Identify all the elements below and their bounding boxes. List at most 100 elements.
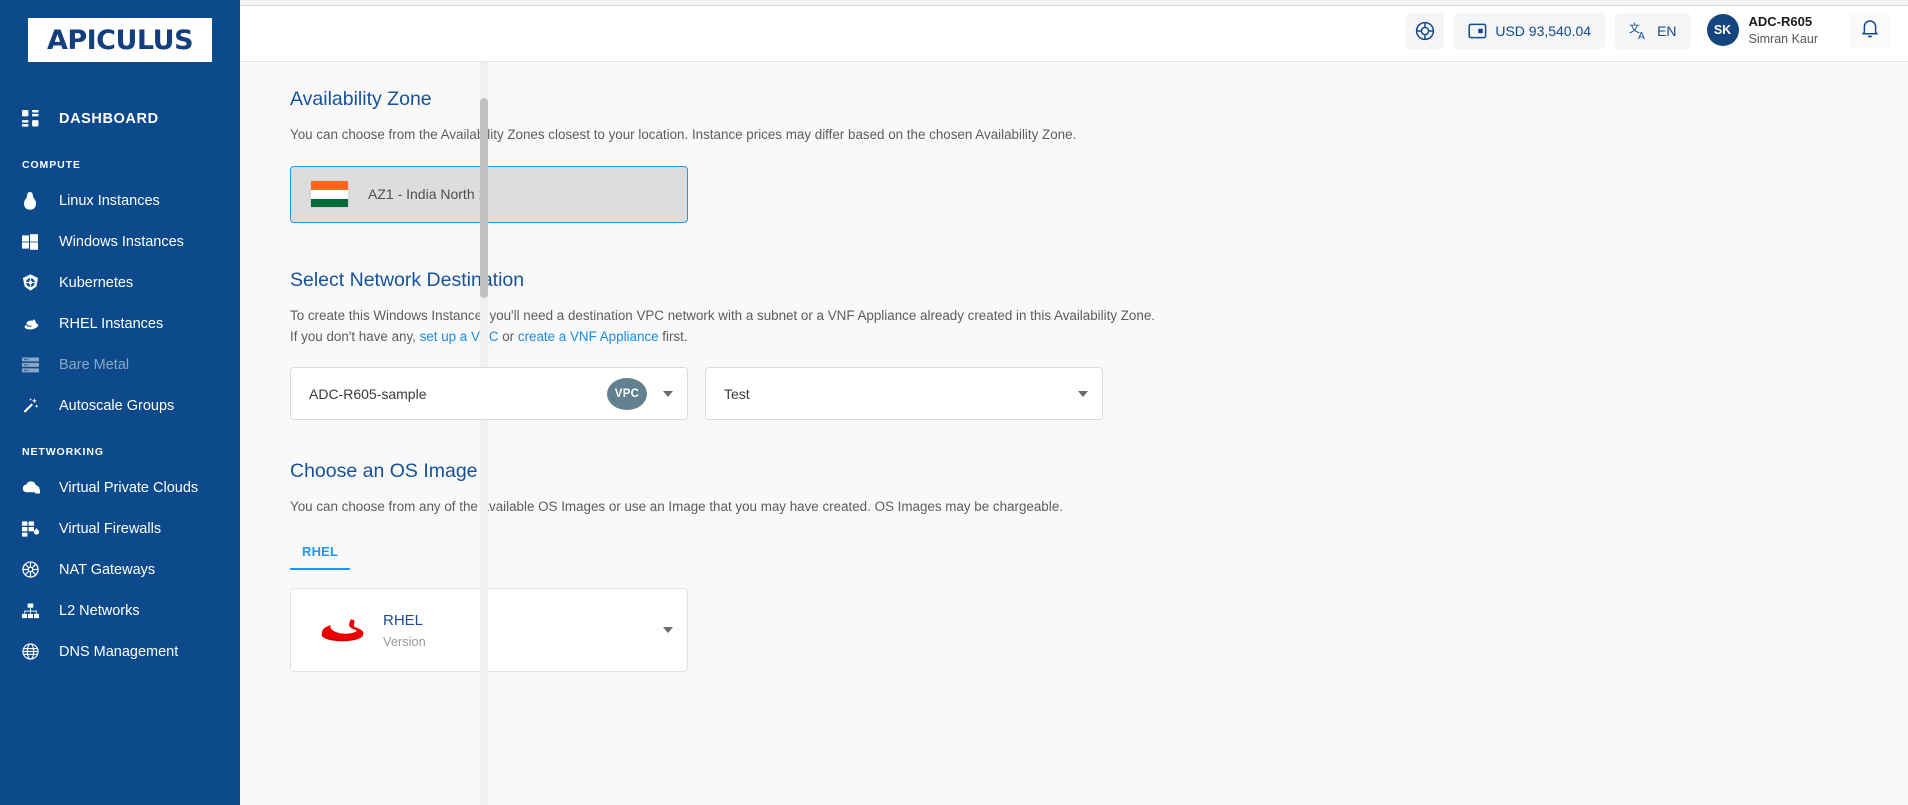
sidebar-item-autoscale-groups[interactable]: Autoscale Groups [0,385,240,426]
sidebar-group-label: COMPUTE [0,159,240,171]
sidebar-item-dashboard[interactable]: DASHBOARD [0,98,240,139]
sidebar-item-label: Virtual Private Clouds [59,480,198,496]
sidebar-item-label: Windows Instances [59,234,184,250]
language-label: EN [1657,23,1676,39]
sitemap-icon [22,603,48,619]
wallet-balance-button[interactable]: USD 93,540.04 [1454,13,1605,49]
notifications-button[interactable] [1850,13,1890,49]
avatar-initials: SK [1714,23,1731,37]
network-destination-section: Select Network Destination To create thi… [290,269,1908,421]
grid-icon [22,110,48,127]
create-vnf-appliance-link[interactable]: create a VNF Appliance [518,329,659,344]
sidebar-item-virtual-private-clouds[interactable]: Virtual Private Clouds [0,467,240,508]
network-destination-title: Select Network Destination [290,269,1908,292]
sidebar-item-label: Linux Instances [59,193,160,209]
language-button[interactable]: 文 A EN [1615,13,1690,49]
chevron-down-icon[interactable] [663,627,673,633]
subnet-select[interactable]: Test [705,367,1103,420]
svg-text:A: A [1638,31,1645,41]
india-flag-icon [311,181,348,207]
sidebar-item-label: RHEL Instances [59,316,163,332]
network-destination-description-line2-mid: or [499,329,518,344]
linux-icon [22,192,48,210]
os-version-placeholder: Version [383,634,663,649]
sidebar-group-compute: COMPUTE Linux Instances Windows Instance… [0,159,240,426]
topbar: USD 93,540.04 文 A EN SK ADC-R605 Simran … [240,0,1908,62]
network-selects-row: ADC-R605-sample VPC Test [290,367,1908,420]
windows-icon [22,234,48,250]
firewall-icon [22,521,48,537]
network-destination-description: To create this Windows Instance, you'll … [290,306,1908,348]
sidebar-item-l2-networks[interactable]: L2 Networks [0,590,240,631]
bell-icon [1860,18,1880,44]
cloud-lock-icon [22,480,48,495]
network-destination-description-line2-post: first. [659,329,688,344]
availability-zone-card-az1[interactable]: AZ1 - India North 1 [290,166,688,223]
support-button[interactable] [1406,13,1444,49]
os-image-title: Choose an OS Image [290,460,1908,483]
sidebar-item-label: Bare Metal [59,357,129,373]
wallet-balance-label: USD 93,540.04 [1495,23,1591,39]
subnet-select-value: Test [724,386,1078,402]
sidebar-group-networking: NETWORKING Virtual Private Clouds [0,446,240,672]
vpc-select-value: ADC-R605-sample [309,386,607,402]
os-image-card-name: RHEL [383,612,663,629]
user-display-name: Simran Kaur [1749,31,1818,48]
os-image-tabs: RHEL [290,538,1908,570]
sidebar-item-label: L2 Networks [59,603,140,619]
redhat-logo-icon [307,610,379,650]
sidebar-item-label: DASHBOARD [59,111,159,127]
sidebar-item-nat-gateways[interactable]: NAT Gateways [0,549,240,590]
server-icon [22,357,48,373]
sidebar-item-rhel-instances[interactable]: RHEL Instances [0,303,240,344]
user-account-id: ADC-R605 [1749,13,1818,31]
lifebuoy-icon [1415,21,1435,41]
vpc-select[interactable]: ADC-R605-sample VPC [290,367,688,420]
availability-zone-title: Availability Zone [290,88,1908,111]
availability-zone-section: Availability Zone You can choose from th… [290,88,1908,223]
sidebar-group-label: NETWORKING [0,446,240,458]
translate-icon: 文 A [1629,21,1649,41]
brand-logo-text: APICULUS [47,25,193,56]
network-destination-description-line1: To create this Windows Instance, you'll … [290,308,1155,323]
chevron-down-icon[interactable] [663,391,673,397]
sidebar-item-label: Kubernetes [59,275,133,291]
availability-zone-description: You can choose from the Availability Zon… [290,125,1908,146]
sidebar-item-kubernetes[interactable]: Kubernetes [0,262,240,303]
sidebar: APICULUS DASHBOARD COMPUTE [0,0,240,805]
sidebar-item-windows-instances[interactable]: Windows Instances [0,221,240,262]
tab-rhel[interactable]: RHEL [290,538,350,570]
sidebar-item-label: DNS Management [59,644,178,660]
wallet-icon [1468,22,1487,40]
content-scrollbar-thumb[interactable] [480,98,488,298]
user-menu[interactable]: SK ADC-R605 Simran Kaur [1707,13,1818,47]
avatar: SK [1707,14,1739,46]
globe-icon [22,643,48,660]
sidebar-item-label: Virtual Firewalls [59,521,161,537]
kubernetes-icon [22,274,48,291]
redhat-icon [22,317,48,331]
os-image-description: You can choose from any of the available… [290,497,1908,518]
sidebar-item-label: NAT Gateways [59,562,155,578]
topbar-divider [240,0,1908,6]
network-destination-description-line2-pre: If you don't have any, [290,329,420,344]
sidebar-item-bare-metal[interactable]: Bare Metal [0,344,240,385]
os-image-card-rhel[interactable]: RHEL Version [290,588,688,672]
app-root: APICULUS DASHBOARD COMPUTE [0,0,1908,805]
os-image-section: Choose an OS Image You can choose from a… [290,460,1908,672]
sidebar-item-dns-management[interactable]: DNS Management [0,631,240,672]
sidebar-item-label: Autoscale Groups [59,398,174,414]
vpc-type-badge: VPC [607,378,647,410]
main-area: USD 93,540.04 文 A EN SK ADC-R605 Simran … [240,0,1908,805]
instance-create-form: Availability Zone You can choose from th… [240,62,1908,805]
magic-wand-icon [22,397,48,415]
availability-zone-card-label: AZ1 - India North 1 [368,186,486,202]
content-scrollbar[interactable] [480,62,488,805]
nat-gateway-icon [22,561,48,578]
chevron-down-icon[interactable] [1078,391,1088,397]
content-scroll-region[interactable]: Availability Zone You can choose from th… [240,62,1908,805]
sidebar-item-linux-instances[interactable]: Linux Instances [0,180,240,221]
os-image-card-text: RHEL Version [383,612,663,649]
brand-logo[interactable]: APICULUS [0,0,240,62]
sidebar-item-virtual-firewalls[interactable]: Virtual Firewalls [0,508,240,549]
